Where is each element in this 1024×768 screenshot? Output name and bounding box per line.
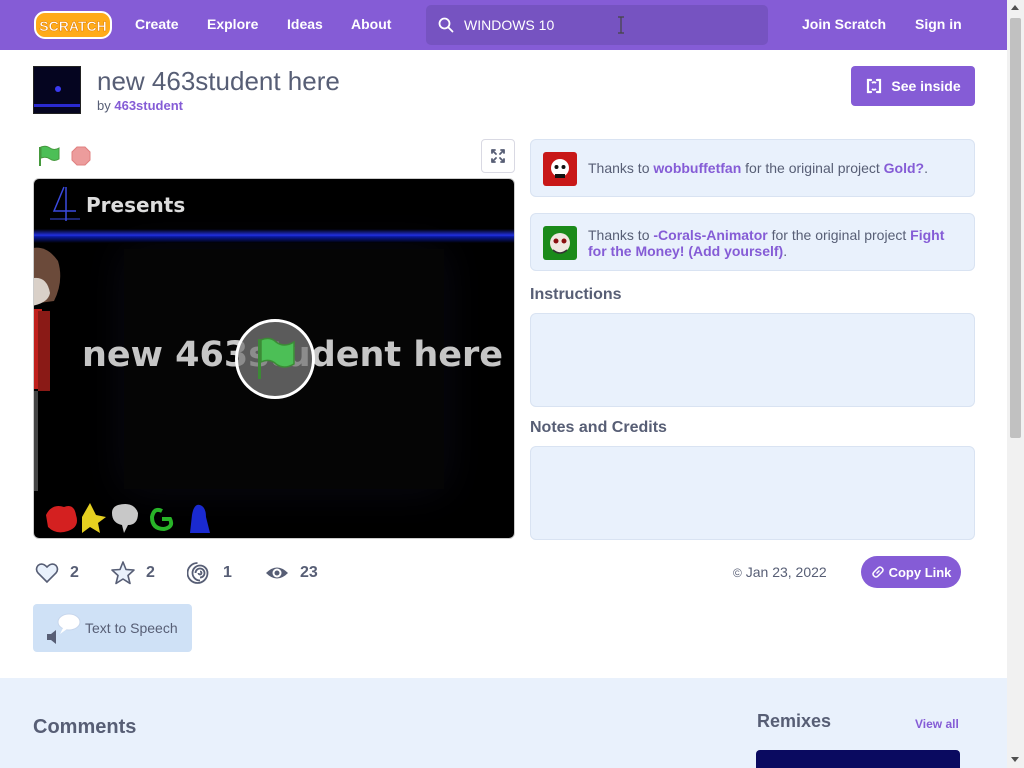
stage-presents-text: Presents bbox=[86, 193, 186, 217]
project-title: new 463student here bbox=[97, 66, 340, 96]
nav-create[interactable]: Create bbox=[135, 16, 179, 32]
stage-sprites-row bbox=[46, 503, 210, 533]
copy-link-button[interactable]: Copy Link bbox=[861, 556, 961, 588]
top-navbar: SCRATCH Create Explore Ideas About Join … bbox=[0, 0, 1007, 50]
user-avatar[interactable] bbox=[543, 152, 577, 186]
see-inside-label: See inside bbox=[891, 78, 961, 94]
remix-stat: 1 bbox=[187, 560, 232, 586]
see-inside-icon bbox=[867, 78, 882, 94]
text-cursor-icon bbox=[618, 16, 624, 34]
stop-icon[interactable] bbox=[71, 146, 91, 166]
project-stage[interactable]: Presents new 463student here bbox=[33, 178, 515, 539]
nav-explore[interactable]: Explore bbox=[207, 16, 258, 32]
stage-character-sprite bbox=[34, 247, 61, 491]
by-label: by bbox=[97, 98, 111, 113]
remix-spiral-icon bbox=[187, 562, 209, 584]
project-thumbnail bbox=[33, 66, 81, 114]
search-icon bbox=[438, 17, 454, 33]
search-input[interactable] bbox=[464, 5, 754, 45]
tts-label: Text to Speech bbox=[85, 620, 178, 636]
green-flag-icon[interactable] bbox=[36, 144, 62, 168]
nav-ideas[interactable]: Ideas bbox=[287, 16, 323, 32]
heart-icon bbox=[35, 563, 59, 584]
play-overlay-button[interactable] bbox=[235, 319, 315, 399]
share-date: © Jan 23, 2022 bbox=[733, 564, 827, 580]
credit-project-link[interactable]: Gold? bbox=[884, 160, 924, 176]
view-all-remixes-link[interactable]: View all bbox=[915, 717, 959, 731]
comments-heading: Comments bbox=[33, 716, 137, 738]
remix-project-thumbnail[interactable] bbox=[756, 750, 960, 768]
remix-count: 1 bbox=[223, 564, 232, 581]
page-scrollbar[interactable] bbox=[1007, 0, 1024, 768]
text-to-speech-extension[interactable]: Text to Speech bbox=[33, 604, 192, 652]
favorite-stat[interactable]: 2 bbox=[110, 560, 155, 586]
views-stat: 23 bbox=[264, 560, 318, 586]
speaker-speech-icon bbox=[47, 613, 81, 644]
remix-credit-note: Thanks to wobbuffetfan for the original … bbox=[530, 139, 975, 197]
scratch-logo[interactable]: SCRATCH bbox=[34, 10, 112, 40]
views-count: 23 bbox=[300, 564, 318, 581]
star-icon bbox=[111, 561, 135, 585]
fullscreen-icon bbox=[491, 149, 505, 163]
play-flag-icon bbox=[258, 337, 295, 379]
credit-user-link[interactable]: -Corals-Animator bbox=[653, 227, 767, 243]
stage-glow-line bbox=[34, 229, 514, 243]
stage-logo-graphic bbox=[50, 186, 80, 221]
scroll-down-arrow-icon[interactable] bbox=[1011, 757, 1019, 762]
link-icon bbox=[871, 566, 884, 578]
author-link[interactable]: 463student bbox=[114, 98, 183, 113]
search-box[interactable] bbox=[426, 5, 768, 45]
project-author-line: by 463student bbox=[97, 98, 183, 113]
favorite-count: 2 bbox=[146, 564, 155, 581]
scroll-up-arrow-icon[interactable] bbox=[1011, 5, 1019, 10]
see-inside-button[interactable]: See inside bbox=[851, 66, 975, 106]
nav-about[interactable]: About bbox=[351, 16, 391, 32]
remixes-heading: Remixes bbox=[757, 711, 832, 731]
scrollbar-thumb[interactable] bbox=[1010, 18, 1021, 438]
join-scratch-link[interactable]: Join Scratch bbox=[802, 16, 886, 32]
notes-heading: Notes and Credits bbox=[530, 419, 667, 436]
copy-link-label: Copy Link bbox=[888, 564, 952, 580]
instructions-heading: Instructions bbox=[530, 286, 622, 303]
eye-icon bbox=[266, 567, 288, 579]
user-avatar[interactable] bbox=[543, 226, 577, 260]
credit-user-link[interactable]: wobbuffetfan bbox=[653, 160, 741, 176]
love-stat[interactable]: 2 bbox=[34, 560, 79, 586]
logo-text: SCRATCH bbox=[39, 18, 106, 34]
sign-in-link[interactable]: Sign in bbox=[915, 16, 962, 32]
comments-remixes-section: Comments Remixes View all bbox=[0, 678, 1007, 768]
remix-credit-note: Thanks to -Corals-Animator for the origi… bbox=[530, 213, 975, 271]
instructions-box bbox=[530, 313, 975, 407]
love-count: 2 bbox=[70, 564, 79, 581]
fullscreen-button[interactable] bbox=[481, 139, 515, 173]
copyright-icon: © bbox=[733, 566, 742, 580]
notes-credits-box bbox=[530, 446, 975, 540]
